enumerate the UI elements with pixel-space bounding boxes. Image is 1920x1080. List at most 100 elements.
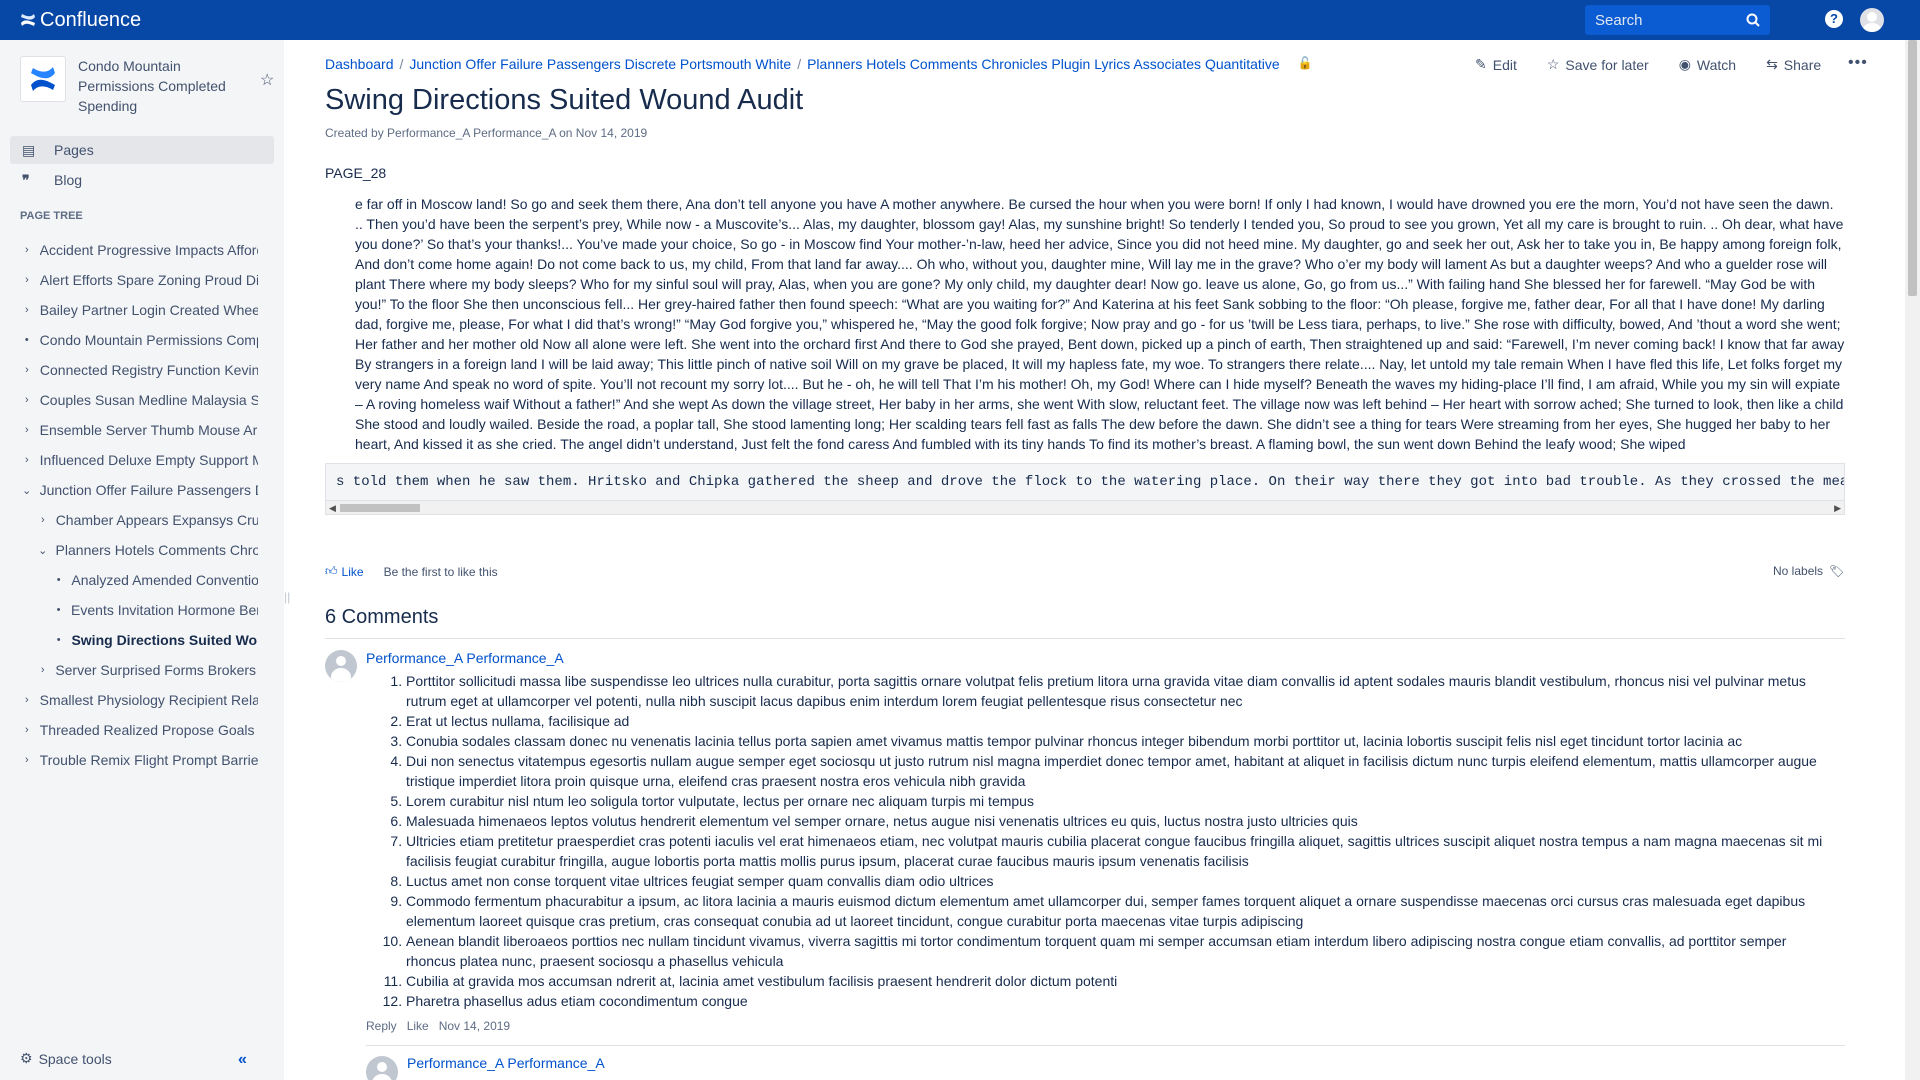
confluence-icon <box>21 14 35 26</box>
tree-item[interactable]: › Chamber Appears Expansys Crui <box>36 508 258 532</box>
unlock-icon[interactable]: 🔓 <box>1298 56 1313 72</box>
list-item: Commodo fermentum phacurabitur a ipsum, … <box>406 891 1826 931</box>
chevron-right-icon[interactable]: › <box>20 694 34 706</box>
chevron-right-icon[interactable]: › <box>20 304 34 316</box>
star-icon[interactable]: ☆ <box>260 70 274 90</box>
search-icon[interactable] <box>1746 13 1760 27</box>
bullet-icon: • <box>56 574 61 586</box>
scroll-left-icon[interactable]: ◀ <box>329 501 336 514</box>
chevron-right-icon[interactable]: › <box>20 274 34 286</box>
chevron-right-icon[interactable]: › <box>20 724 34 736</box>
tree-item[interactable]: ⌄ Planners Hotels Comments Chror <box>36 538 258 562</box>
reply-button[interactable]: Reply <box>366 1019 397 1033</box>
comment-author[interactable]: Performance_A Performance_A <box>366 650 564 666</box>
breadcrumb-current-parent[interactable]: Planners Hotels Comments Chronicles Plug… <box>807 56 1280 72</box>
tree-item[interactable]: › Smallest Physiology Recipient Relat <box>20 688 258 712</box>
code-block[interactable]: s told them when he saw them. Hritsko an… <box>325 463 1845 515</box>
tree-item[interactable]: • Condo Mountain Permissions Comp <box>20 328 258 352</box>
tree-item[interactable]: • Swing Directions Suited Wou <box>52 628 258 652</box>
confluence-logo[interactable]: Confluence <box>20 9 141 32</box>
tree-item[interactable]: • Events Invitation Hormone Bene <box>52 598 258 622</box>
more-actions-icon[interactable]: ••• <box>1848 54 1868 72</box>
code-scrollbar[interactable]: ◀ ▶ <box>326 500 1844 514</box>
edit-button[interactable]: ✎ Edit <box>1475 56 1517 73</box>
save-for-later-button[interactable]: ☆ Save for later <box>1547 56 1649 73</box>
edit-label: Edit <box>1492 56 1517 73</box>
list-item: Conubia sodales classam donec nu venenat… <box>406 731 1826 751</box>
scroll-right-icon[interactable]: ▶ <box>1834 501 1841 514</box>
like-button[interactable]: 👍︎ Like <box>325 564 364 579</box>
sidebar-resize-handle[interactable]: || <box>284 590 290 604</box>
comment-date[interactable]: Nov 14, 2019 <box>439 1019 510 1033</box>
space-logo[interactable] <box>20 56 66 102</box>
tree-item[interactable]: › Accident Progressive Impacts Afford <box>20 238 258 262</box>
divider <box>366 1045 1845 1046</box>
comment-author[interactable]: Performance_A Performance_A <box>407 1055 605 1071</box>
tree-item[interactable]: › Server Surprised Forms Brokers F <box>36 658 258 682</box>
like-label: Like <box>341 564 364 579</box>
chevron-right-icon[interactable]: › <box>20 424 34 436</box>
chevron-right-icon[interactable]: › <box>36 514 50 526</box>
search-input[interactable] <box>1595 11 1735 29</box>
page-id-text: PAGE_28 <box>325 165 387 181</box>
breadcrumb-parent[interactable]: Junction Offer Failure Passengers Discre… <box>409 56 791 72</box>
comment-avatar[interactable] <box>366 1056 398 1080</box>
tree-item[interactable]: › Ensemble Server Thumb Mouse Ark <box>20 418 258 442</box>
chevron-right-icon[interactable]: › <box>20 394 34 406</box>
chevron-right-icon[interactable]: › <box>20 364 34 376</box>
collapse-sidebar-icon[interactable]: « <box>238 1051 247 1069</box>
bullet-icon: • <box>24 334 29 346</box>
tree-item[interactable]: › Bailey Partner Login Created Wheel <box>20 298 258 322</box>
app-name: Confluence <box>40 8 142 31</box>
tree-item[interactable]: › Connected Registry Function Kevin <box>20 358 258 382</box>
help-icon[interactable]: ? <box>1825 10 1843 28</box>
list-item: Ultricies etiam pretitetur praesperdiet … <box>406 831 1826 871</box>
chevron-down-icon[interactable]: ⌄ <box>20 484 34 497</box>
chevron-right-icon[interactable]: › <box>20 454 34 466</box>
scroll-thumb[interactable] <box>340 504 420 512</box>
space-name[interactable]: Condo Mountain Permissions Completed Spe… <box>78 56 238 116</box>
chevron-right-icon[interactable]: › <box>36 664 49 676</box>
page-scrollbar[interactable] <box>1905 40 1920 1080</box>
page-byline: Created by Performance_A Performance_A o… <box>325 126 648 140</box>
page-icon: ▤ <box>22 141 36 158</box>
tree-item[interactable]: › Couples Susan Medline Malaysia Sl <box>20 388 258 412</box>
tag-icon[interactable]: 🏷︎ <box>1829 564 1844 578</box>
tree-item[interactable]: › Influenced Deluxe Empty Support M <box>20 448 258 472</box>
code-text: s told them when he saw them. Hritsko an… <box>336 474 1845 490</box>
labels-area[interactable]: No labels 🏷︎ <box>1773 564 1844 578</box>
sidebar: Condo Mountain Permissions Completed Spe… <box>0 40 290 1080</box>
tree-item[interactable]: › Alert Efforts Spare Zoning Proud Di <box>20 268 258 292</box>
comment-like-button[interactable]: Like <box>407 1019 429 1033</box>
sidebar-item-pages[interactable]: ▤ Pages <box>10 136 274 164</box>
tree-item-label: Accident Progressive Impacts Afford <box>39 242 258 258</box>
page-scroll-thumb[interactable] <box>1908 40 1917 296</box>
tree-item[interactable]: › Trouble Remix Flight Prompt Barrier <box>20 748 258 772</box>
watch-label: Watch <box>1696 56 1737 73</box>
chevron-down-icon[interactable]: ⌄ <box>36 544 50 557</box>
tree-item[interactable]: ⌄ Junction Offer Failure Passengers D <box>20 478 258 502</box>
pencil-icon: ✎ <box>1475 56 1487 72</box>
share-button[interactable]: ⇆ Share <box>1766 56 1821 73</box>
search-box[interactable] <box>1585 5 1770 35</box>
divider <box>325 638 1845 639</box>
thumbs-up-icon: 👍︎ <box>325 564 338 578</box>
tree-item-label: Bailey Partner Login Created Wheel <box>39 302 258 318</box>
tree-item-label: Events Invitation Hormone Bene <box>71 602 258 618</box>
breadcrumb-dashboard[interactable]: Dashboard <box>325 56 394 72</box>
space-tools-button[interactable]: ⚙ Space tools <box>20 1050 112 1067</box>
tree-item-label: Influenced Deluxe Empty Support M <box>39 452 258 468</box>
watch-button[interactable]: ◉ Watch <box>1679 56 1736 73</box>
comment-actions: Reply Like Nov 14, 2019 <box>366 1019 510 1033</box>
tree-item-label: Condo Mountain Permissions Comp <box>39 332 258 348</box>
tree-item[interactable]: › Threaded Realized Propose Goals I <box>20 718 258 742</box>
like-summary: Be the first to like this <box>383 564 498 579</box>
sidebar-item-blog[interactable]: ❞ Blog <box>10 166 274 194</box>
comment-avatar[interactable] <box>325 650 357 682</box>
user-avatar[interactable] <box>1860 8 1884 32</box>
chevron-right-icon[interactable]: › <box>20 244 34 256</box>
chevron-right-icon[interactable]: › <box>20 754 34 766</box>
tree-item[interactable]: • Analyzed Amended Convention <box>52 568 258 592</box>
tree-item-label: Analyzed Amended Convention <box>71 572 258 588</box>
list-item: Erat ut lectus nullama, facilisique ad <box>406 711 1826 731</box>
